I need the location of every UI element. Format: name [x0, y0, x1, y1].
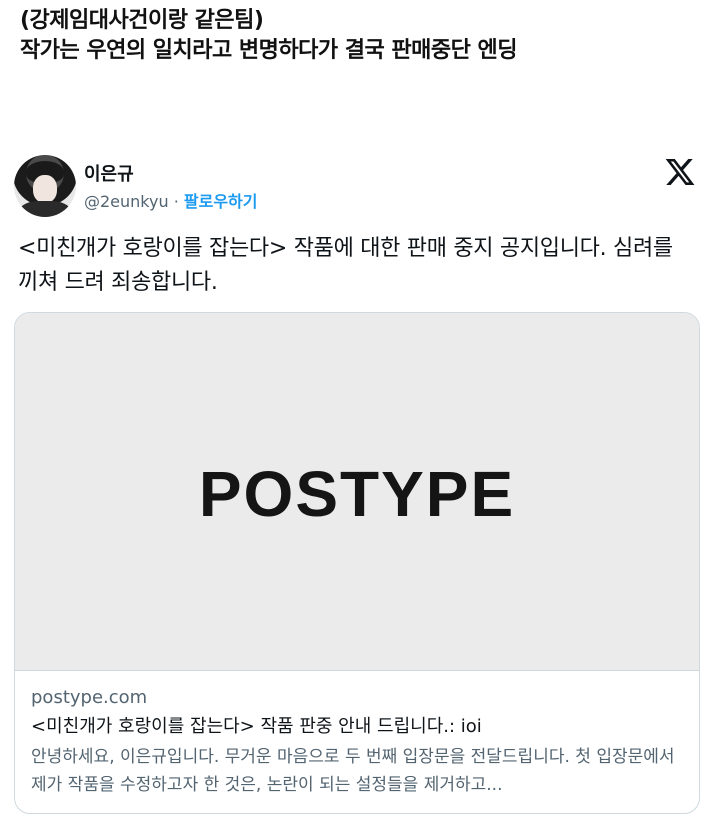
author-handle[interactable]: @2eunkyu	[84, 192, 169, 211]
card-domain: postype.com	[31, 687, 148, 708]
avatar-face	[33, 175, 57, 203]
tweet-text: <미친개가 호랑이를 잡는다> 작품에 대한 판매 중지 공지입니다. 심려를 …	[18, 236, 673, 295]
card-meta: postype.com <미친개가 호랑이를 잡는다> 작품 판중 안내 드립니…	[31, 685, 691, 799]
postype-logo: POSTYPE	[198, 458, 516, 530]
handle-row: @2eunkyu · 팔로우하기	[84, 188, 257, 212]
avatar[interactable]	[14, 155, 76, 217]
card-title[interactable]: <미친개가 호랑이를 잡는다> 작품 판중 안내 드립니다.: ioi	[31, 713, 691, 741]
follow-button[interactable]: 팔로우하기	[184, 192, 258, 211]
header-line-1: (강제임대사건이랑 같은팀)	[20, 8, 264, 33]
handle-separator: ·	[168, 192, 184, 211]
card-image[interactable]: POSTYPE	[15, 313, 699, 671]
author-name[interactable]: 이은규	[84, 160, 134, 186]
post-header: (강제임대사건이랑 같은팀) 작가는 우연의 일치라고 변명하다가 결국 판매중…	[20, 6, 517, 66]
x-logo-icon[interactable]	[664, 156, 696, 188]
header-line-2: 작가는 우연의 일치라고 변명하다가 결국 판매중단 엔딩	[20, 38, 517, 63]
embedded-tweet: 이은규 @2eunkyu · 팔로우하기 <미친개가 호랑이를 잡는다> 작품에…	[10, 152, 710, 819]
link-card[interactable]: POSTYPE postype.com <미친개가 호랑이를 잡는다> 작품 판…	[14, 312, 700, 814]
card-description: 안녕하세요, 이은규입니다. 무거운 마음으로 두 번째 입장문을 전달드립니다…	[31, 747, 675, 795]
avatar-shirt	[20, 201, 70, 217]
